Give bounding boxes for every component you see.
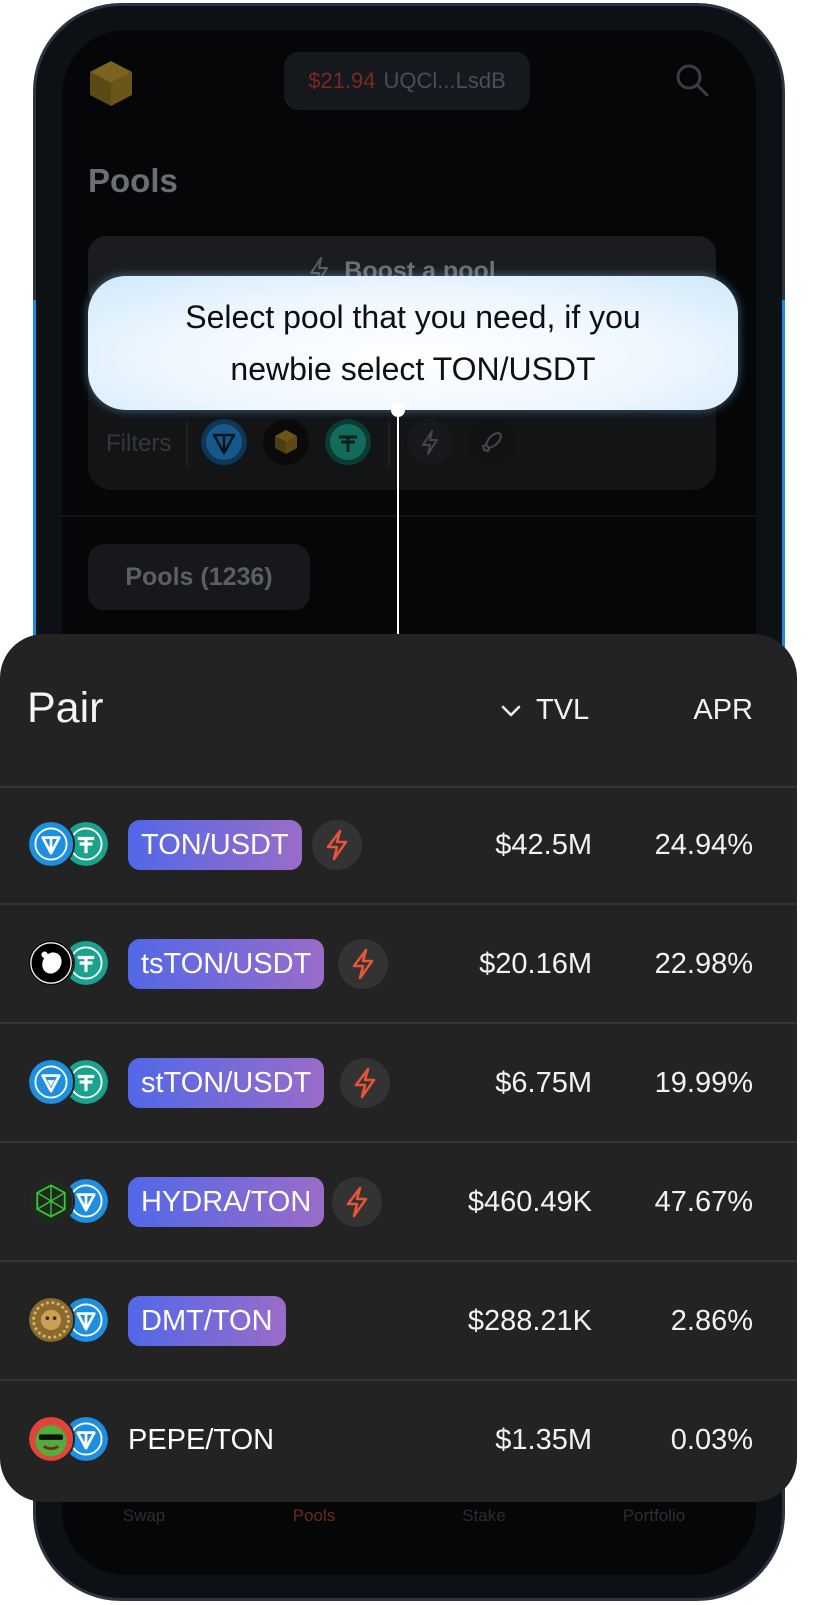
table-row[interactable]: stTON/USDT $6.75M 19.99% <box>0 1024 797 1143</box>
boost-badge[interactable] <box>312 820 362 870</box>
tooltip-text: Select pool that you need, if you newbie… <box>185 299 641 387</box>
apr-value: 2.86% <box>670 1305 753 1337</box>
tston-icon <box>27 939 75 987</box>
ton-icon <box>27 820 75 868</box>
pointer-arrow-dot <box>391 403 405 417</box>
tvl-value: $42.5M <box>495 829 592 861</box>
chevron-down-icon <box>501 705 521 716</box>
ton-filter-icon[interactable] <box>200 418 248 466</box>
table-row[interactable]: HYDRA/TON $460.49K 47.67% <box>0 1143 797 1262</box>
wallet-pill[interactable]: $21.94 UQCl...LsdB <box>284 52 530 110</box>
wallet-balance: $21.94 <box>308 68 376 93</box>
table-row[interactable]: TON/USDT $42.5M 24.94% <box>0 786 797 905</box>
lightning-filter-icon[interactable] <box>406 418 454 466</box>
apr-value: 24.94% <box>654 829 753 861</box>
wallet-address: UQCl...LsdB <box>383 68 506 93</box>
tvl-value: $6.75M <box>495 1067 592 1099</box>
lightning-icon <box>354 1067 376 1099</box>
pair-badge[interactable]: tsTON/USDT <box>128 939 325 989</box>
apr-value: 19.99% <box>654 1067 753 1099</box>
apr-value: 22.98% <box>654 948 753 980</box>
tvl-column-header[interactable]: TVL <box>500 694 589 727</box>
tvl-value: $1.35M <box>495 1424 592 1456</box>
onboarding-tooltip: Select pool that you need, if you newbie… <box>88 276 738 410</box>
page-title: Pools <box>88 162 178 199</box>
section-divider <box>62 515 756 517</box>
pair-column-header: Pair <box>27 684 104 732</box>
table-row[interactable]: DMT/TON $288.21K 2.86% <box>0 1262 797 1381</box>
pair-badge[interactable]: DMT/TON <box>128 1296 286 1346</box>
boost-badge[interactable] <box>332 1177 382 1227</box>
nav-pools[interactable]: Pools <box>254 1506 374 1526</box>
cube-filter-icon[interactable] <box>262 418 310 466</box>
apr-column-header[interactable]: APR <box>693 694 753 727</box>
bottom-nav: Swap Pools Stake Portfolio <box>62 1500 756 1550</box>
hydra-icon <box>27 1177 75 1225</box>
stton-icon <box>27 1058 75 1106</box>
pools-count-tab[interactable]: Pools (1236) <box>88 544 310 610</box>
filters-label: Filters <box>106 430 172 457</box>
apr-value: 0.03% <box>670 1424 753 1456</box>
nav-stake[interactable]: Stake <box>424 1506 544 1526</box>
nav-swap[interactable]: Swap <box>84 1506 204 1526</box>
tvl-value: $288.21K <box>467 1305 592 1337</box>
dmt-icon <box>27 1296 75 1344</box>
nav-portfolio[interactable]: Portfolio <box>594 1506 714 1526</box>
pools-table: Pair TVL APR TON/USDT $42.5M 24.94% tsTO… <box>0 634 797 1502</box>
pepe-icon <box>27 1415 75 1463</box>
pair-label[interactable]: PEPE/TON <box>128 1415 274 1465</box>
pair-badge[interactable]: HYDRA/TON <box>128 1177 325 1227</box>
tvl-header-label: TVL <box>536 694 590 726</box>
tvl-value: $20.16M <box>479 948 592 980</box>
boost-badge[interactable] <box>338 939 388 989</box>
filter-divider <box>186 422 188 466</box>
rocket-filter-icon[interactable] <box>468 418 516 466</box>
lightning-icon <box>326 829 348 861</box>
tvl-value: $460.49K <box>467 1186 592 1218</box>
pair-badge[interactable]: stTON/USDT <box>128 1058 325 1108</box>
table-row[interactable]: PEPE/TON $1.35M 0.03% <box>0 1381 797 1498</box>
lightning-icon <box>352 948 374 980</box>
apr-value: 47.67% <box>654 1186 753 1218</box>
boost-badge[interactable] <box>340 1058 390 1108</box>
filter-divider <box>388 422 390 466</box>
table-row[interactable]: tsTON/USDT $20.16M 22.98% <box>0 905 797 1024</box>
usdt-filter-icon[interactable] <box>324 418 372 466</box>
search-icon[interactable] <box>674 62 710 98</box>
app-logo-icon[interactable] <box>86 58 136 108</box>
pair-badge[interactable]: TON/USDT <box>128 820 302 870</box>
lightning-icon <box>346 1186 368 1218</box>
table-header: Pair TVL APR <box>0 634 797 788</box>
